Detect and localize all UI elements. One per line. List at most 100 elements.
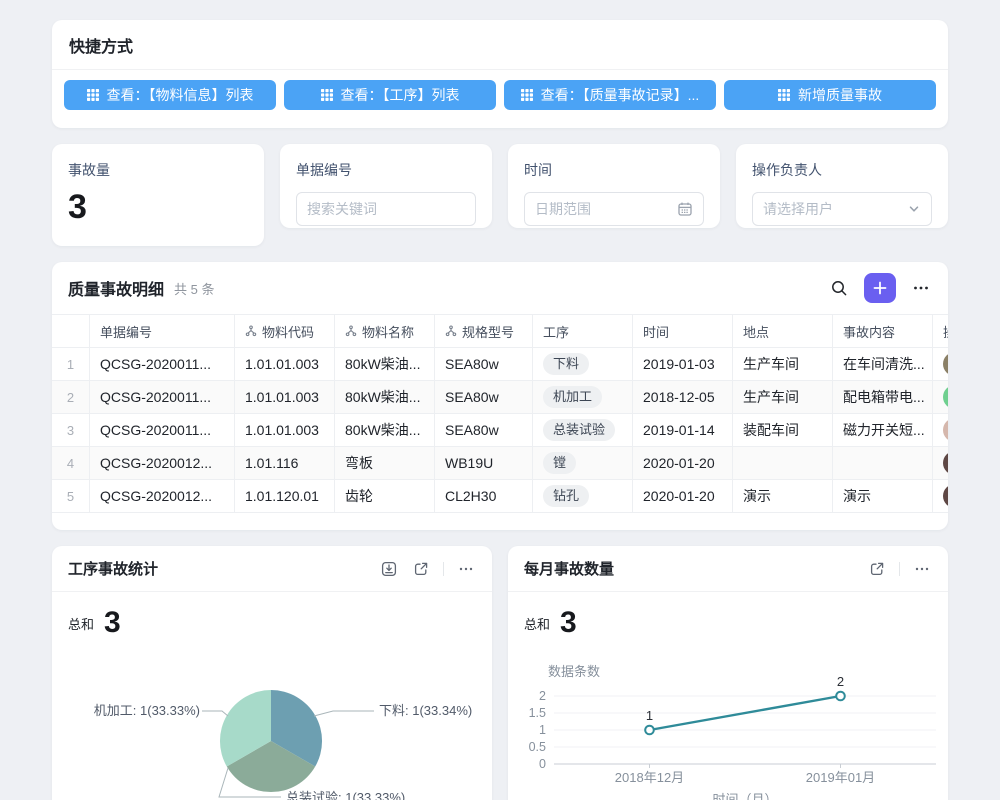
y-tick-label: 0 [539,757,546,771]
shortcut-button-1[interactable]: 查看：【物料信息】列表 [64,80,276,110]
avatar [943,451,948,475]
shortcut-button-4[interactable]: 新增质量事故 [724,80,936,110]
column-header[interactable]: 物料名称 [335,315,435,347]
cell-text: QCSG-2020012... [100,488,212,504]
pie-label-line [314,711,374,716]
table-cell [933,414,948,446]
row-index: 5 [52,480,90,512]
shortcut-button-3[interactable]: 查看：【质量事故记录】... [504,80,716,110]
data-point[interactable] [836,692,845,701]
cell-text: SEA80w [445,422,499,438]
user-label: 操作负责人 [752,160,932,180]
column-header[interactable]: 操作负责人 [933,315,948,347]
pie-download-button[interactable] [379,559,399,579]
table-more-button[interactable] [910,277,932,299]
table-cell: SEA80w [435,381,533,413]
column-header[interactable]: 规格型号 [435,315,533,347]
shortcuts-title: 快捷方式 [52,20,948,70]
table-row[interactable]: 3QCSG-2020011...1.01.01.00380kW柴油...SEA8… [52,414,948,447]
cell-text: QCSG-2020011... [100,356,211,372]
pie-open-button[interactable] [411,559,431,579]
cell-text: 齿轮 [345,486,373,506]
data-point[interactable] [645,726,654,735]
table-row[interactable]: 1QCSG-2020011...1.01.01.00380kW柴油...SEA8… [52,348,948,381]
table-header-bar: 质量事故明细 共 5 条 [52,262,948,314]
date-placeholder: 日期范围 [535,199,591,219]
data-point-label: 2 [837,674,844,689]
stat-value: 3 [68,188,248,227]
pie-more-button[interactable] [456,559,476,579]
cell-text: 生产车间 [743,387,799,407]
table-header-row: 单据编号物料代码物料名称规格型号工序时间地点事故内容操作负责人 [52,315,948,348]
table-row[interactable]: 2QCSG-2020011...1.01.01.00380kW柴油...SEA8… [52,381,948,414]
cell-text: 演示 [843,486,871,506]
chevron-down-icon [907,202,921,216]
cell-text: 80kW柴油... [345,387,420,407]
cell-text: WB19U [445,455,493,471]
table-cell: 2020-01-20 [633,447,733,479]
line-open-button[interactable] [867,559,887,579]
table-cell: 镗 [533,447,633,479]
column-header[interactable]: 时间 [633,315,733,347]
search-icon [830,279,848,297]
row-index: 3 [52,414,90,446]
cell-text: 80kW柴油... [345,354,420,374]
column-header[interactable]: 地点 [733,315,833,347]
cell-text: QCSG-2020011... [100,389,211,405]
pie-label-line [202,711,228,716]
column-header[interactable]: 物料代码 [235,315,335,347]
y-tick-label: 0.5 [529,740,546,754]
table-cell: QCSG-2020011... [90,348,235,380]
cell-text: 2020-01-20 [643,488,715,504]
column-header[interactable]: 事故内容 [833,315,933,347]
pie-card-title: 工序事故统计 [68,558,158,579]
table-cell: 1.01.120.01 [235,480,335,512]
table-cell: 1.01.116 [235,447,335,479]
column-header[interactable]: 工序 [533,315,633,347]
more-icon [912,279,930,297]
date-range-input[interactable]: 日期范围 [524,192,704,226]
shortcut-button-2[interactable]: 查看：【工序】列表 [284,80,496,110]
table-cell: 80kW柴油... [335,348,435,380]
table-cell: 2018-12-05 [633,381,733,413]
user-select[interactable]: 请选择用户 [752,192,932,226]
x-tick-label: 2018年12月 [615,770,684,785]
grid-icon [521,89,533,101]
table-record-count: 共 5 条 [174,279,214,298]
download-icon [381,561,397,577]
avatar [943,385,948,409]
keyword-search-input[interactable]: 搜索关键词 [296,192,476,226]
y-tick-label: 2 [539,689,546,703]
keyword-filter-card: 单据编号 搜索关键词 [280,144,492,228]
line-more-button[interactable] [912,559,932,579]
cell-text: 80kW柴油... [345,420,420,440]
open-icon [869,561,885,577]
date-label: 时间 [524,160,704,180]
divider [899,562,900,576]
cell-text: 配电箱带电... [843,387,925,407]
table-cell [933,348,948,380]
process-pie-chart: 下料: 1(33.34%)总装试验: 1(33.33%)机加工: 1(33.33… [52,646,492,800]
plus-icon [873,281,887,295]
pie-card-header: 工序事故统计 [52,546,492,592]
shortcut-button-row: 查看：【物料信息】列表 查看：【工序】列表 查看：【质量事故记录】... 新增质量事故 [52,70,948,120]
add-record-button[interactable] [864,273,896,303]
keyword-label: 单据编号 [296,160,476,180]
cell-text: 演示 [743,486,771,506]
stat-label: 事故量 [68,160,248,180]
column-header[interactable]: 单据编号 [90,315,235,347]
table-row[interactable]: 4QCSG-2020012...1.01.116弯板WB19U镗2020-01-… [52,447,948,480]
calendar-icon [677,201,693,217]
pie-slice-label: 机加工: 1(33.33%) [94,703,200,718]
table-row[interactable]: 5QCSG-2020012...1.01.120.01齿轮CL2H30钻孔202… [52,480,948,513]
table-search-button[interactable] [828,277,850,299]
open-icon [413,561,429,577]
user-filter-card: 操作负责人 请选择用户 [736,144,948,228]
shortcut-button-label: 查看：【工序】列表 [341,85,460,105]
cell-text: 1.01.01.003 [245,389,319,405]
grid-icon [321,89,333,101]
x-tick-label: 2019年01月 [806,770,875,785]
table-cell: 1.01.01.003 [235,414,335,446]
shortcut-button-label: 查看：【质量事故记录】... [541,85,700,105]
table-cell: 钻孔 [533,480,633,512]
